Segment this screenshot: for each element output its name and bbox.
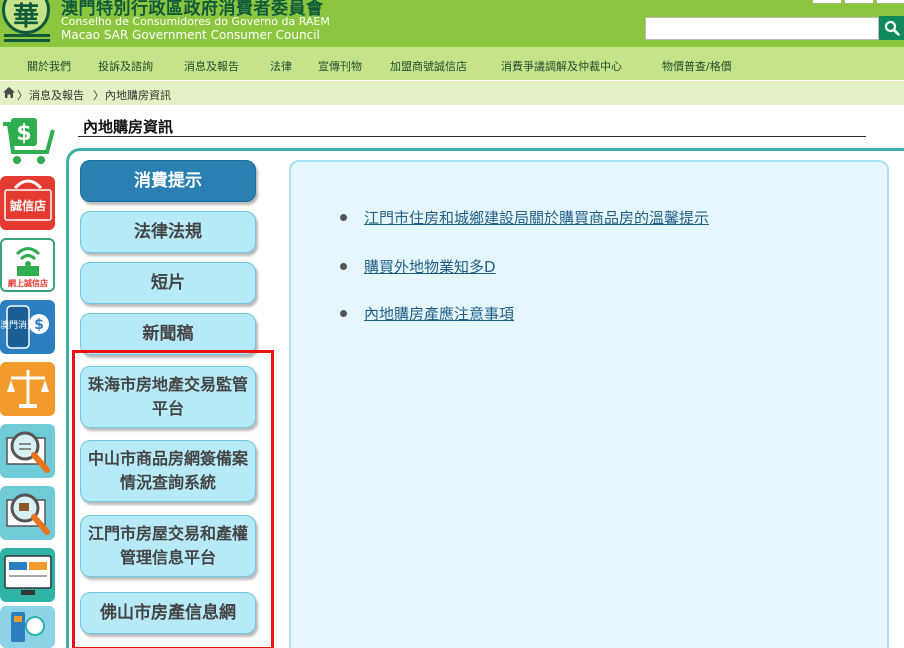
breadcrumb-item-current: 內地購房資訊 xyxy=(105,89,171,102)
bullet-icon xyxy=(340,263,347,270)
org-name-en: Macao SAR Government Consumer Council xyxy=(61,28,320,42)
logo-glyph: 華 xyxy=(12,1,39,32)
link-overseas-property[interactable]: 購買外地物業知多D xyxy=(364,256,496,277)
home-icon[interactable] xyxy=(3,87,15,98)
svg-text:$: $ xyxy=(16,121,31,146)
top-tab-3[interactable] xyxy=(876,0,904,4)
top-tab-1[interactable] xyxy=(812,0,842,4)
svg-text:$: $ xyxy=(34,317,44,333)
breadcrumb-separator: 〉 xyxy=(17,89,28,102)
magnifier-hand-icon xyxy=(5,493,50,535)
logo-bars xyxy=(4,34,50,44)
menu-item-about[interactable]: 關於我們 xyxy=(27,58,71,74)
side-link-scale[interactable] xyxy=(0,362,55,416)
links-panel xyxy=(289,160,889,648)
breadcrumb-separator: 〉 xyxy=(93,89,104,102)
council-logo[interactable]: 華 xyxy=(2,0,50,34)
side-link-macao-consumer[interactable]: 澳門消費 $ xyxy=(0,300,55,354)
menu-item-law[interactable]: 法律 xyxy=(270,58,292,74)
org-name-pt: Conselho de Consumidores do Governo da R… xyxy=(61,15,330,28)
mobile-app-icon xyxy=(10,612,45,642)
side-link-price-check[interactable] xyxy=(0,424,55,478)
search-icon xyxy=(884,20,900,36)
link-mainland-purchase-notes[interactable]: 內地購房產應注意事項 xyxy=(364,303,514,324)
tab-consumer-tips[interactable]: 消費提示 xyxy=(80,160,256,202)
shopping-cart-icon: $ xyxy=(2,118,55,164)
list-item: 購買外地物業知多D xyxy=(340,256,496,277)
tab-press-releases[interactable]: 新聞稿 xyxy=(80,313,256,355)
link-jiangmen-tips[interactable]: 江門市住房和城鄉建設局關於購買商品房的溫馨提示 xyxy=(364,207,709,228)
top-tab-2[interactable] xyxy=(844,0,874,4)
list-item: 江門市住房和城鄉建設局關於購買商品房的溫馨提示 xyxy=(340,207,709,228)
breadcrumb: 〉 消息及報告 〉 內地購房資訊 xyxy=(0,80,904,105)
bullet-icon xyxy=(340,310,347,317)
online-honest-shop-icon: 網上誠信店 xyxy=(8,247,48,288)
menu-item-arbitration[interactable]: 消費爭議調解及仲裁中心 xyxy=(501,58,622,74)
computer-screen-icon xyxy=(3,555,52,595)
site-header: 華 澳門特別行政區政府消費者委員會 Conselho de Consumidor… xyxy=(0,0,904,47)
side-link-inspection[interactable] xyxy=(0,486,55,540)
side-link-cart[interactable]: $ xyxy=(0,114,55,168)
search-input[interactable] xyxy=(645,17,879,40)
tab-laws[interactable]: 法律法規 xyxy=(80,211,256,253)
side-link-honest-shop[interactable]: 誠信店 xyxy=(0,176,55,230)
honest-shop-label: 誠信店 xyxy=(9,198,45,213)
macao-consumer-app-icon: 澳門消費 $ xyxy=(1,305,49,349)
side-link-online-honest-shop[interactable]: 網上誠信店 xyxy=(0,238,55,292)
honest-shop-icon: 誠信店 xyxy=(3,179,52,221)
list-item: 內地購房產應注意事項 xyxy=(340,303,514,324)
online-honest-shop-label: 網上誠信店 xyxy=(8,278,48,288)
page-title: 內地購房資訊 xyxy=(83,118,174,136)
menu-item-news[interactable]: 消息及報告 xyxy=(184,58,239,74)
magnifier-price-icon xyxy=(5,431,50,473)
side-link-mobile[interactable] xyxy=(0,606,55,648)
title-underline xyxy=(78,136,866,137)
side-link-computer[interactable] xyxy=(0,548,55,602)
main-menu: 關於我們 投訴及諮詢 消息及報告 法律 宣傳刊物 加盟商號誠信店 消費爭議調解及… xyxy=(0,47,904,80)
menu-item-publications[interactable]: 宣傳刊物 xyxy=(318,58,362,74)
search-button[interactable] xyxy=(879,16,904,40)
menu-item-complaints[interactable]: 投訴及諮詢 xyxy=(98,58,153,74)
top-tab-strip xyxy=(808,0,904,4)
scale-justice-icon xyxy=(6,370,49,408)
highlight-box xyxy=(72,350,274,648)
breadcrumb-item-news[interactable]: 消息及報告 xyxy=(29,87,84,103)
menu-item-honest-shops[interactable]: 加盟商號誠信店 xyxy=(390,58,467,74)
menu-item-price-survey[interactable]: 物價普查/格價 xyxy=(662,58,732,74)
tab-videos[interactable]: 短片 xyxy=(80,262,256,304)
bullet-icon xyxy=(340,214,347,221)
